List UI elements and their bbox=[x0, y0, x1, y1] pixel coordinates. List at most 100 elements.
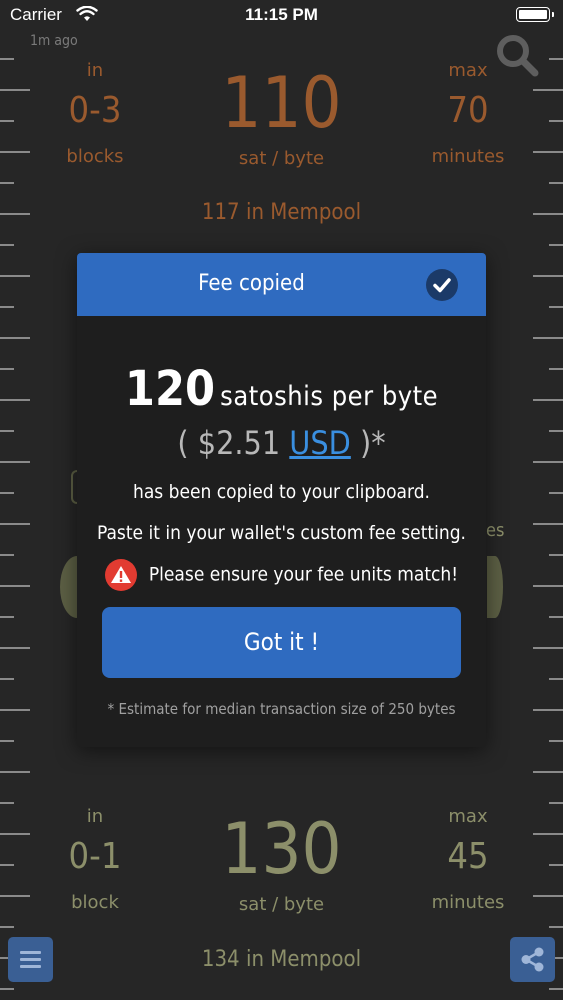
usd-suffix: )* bbox=[359, 424, 386, 462]
ruler-tick bbox=[0, 306, 14, 308]
ruler-tick bbox=[549, 120, 563, 122]
ruler-tick bbox=[549, 306, 563, 308]
ruler-tick bbox=[0, 833, 30, 835]
ruler-tick bbox=[533, 89, 563, 91]
share-button[interactable] bbox=[510, 937, 555, 982]
clock: 11:15 PM bbox=[245, 5, 318, 24]
fee-value: 120 bbox=[124, 361, 216, 417]
ruler-tick bbox=[0, 616, 14, 618]
ruler-tick bbox=[0, 337, 30, 339]
ruler-tick bbox=[0, 523, 30, 525]
ruler-tick bbox=[533, 709, 563, 711]
ruler-tick bbox=[549, 740, 563, 742]
tier-bottom-fee-value: 130 bbox=[221, 808, 342, 890]
ruler-tick bbox=[533, 523, 563, 525]
ruler-tick bbox=[0, 926, 14, 928]
tier-top-fee-unit: sat / byte bbox=[238, 148, 325, 169]
tier-middle-right-fragment: es bbox=[486, 520, 505, 541]
usd-amount: ( $2.51 bbox=[177, 424, 281, 462]
ruler-tick bbox=[0, 678, 14, 680]
ruler-tick bbox=[0, 709, 30, 711]
ruler-tick bbox=[549, 58, 563, 60]
tier-top-in-label: in bbox=[86, 60, 104, 81]
tier-top-max-label: max bbox=[448, 60, 488, 81]
ruler-tick bbox=[0, 368, 14, 370]
ruler-tick bbox=[0, 120, 14, 122]
tier-top-minutes-value: 70 bbox=[447, 90, 489, 131]
right-ruler bbox=[533, 0, 563, 1000]
dialog-title: Fee copied bbox=[198, 271, 305, 296]
tier-bottom-blocks-unit: block bbox=[71, 892, 119, 913]
fee-copied-dialog: Fee copied 120 satoshis per byte ( $2.51… bbox=[77, 253, 486, 747]
fee-line: 120 satoshis per byte bbox=[77, 361, 486, 417]
menu-icon bbox=[20, 951, 41, 968]
warning-text: Please ensure your fee units match! bbox=[148, 563, 459, 586]
ruler-tick bbox=[0, 461, 30, 463]
ruler-tick bbox=[549, 430, 563, 432]
warning-row: Please ensure your fee units match! bbox=[77, 559, 486, 591]
warning-icon bbox=[104, 559, 137, 591]
ruler-tick bbox=[549, 988, 563, 990]
ruler-tick bbox=[0, 182, 14, 184]
ruler-tick bbox=[0, 864, 14, 866]
ruler-tick bbox=[549, 244, 563, 246]
ruler-tick bbox=[0, 554, 14, 556]
ruler-tick bbox=[0, 151, 30, 153]
ruler-tick bbox=[533, 585, 563, 587]
got-it-button[interactable]: Got it ! bbox=[102, 607, 461, 678]
ruler-tick bbox=[0, 58, 14, 60]
tier-top-minutes-unit: minutes bbox=[431, 146, 505, 167]
ruler-tick bbox=[549, 864, 563, 866]
tier-middle-right-button[interactable] bbox=[487, 556, 503, 618]
ruler-tick bbox=[0, 771, 30, 773]
tier-bottom-mempool: 134 in Mempool bbox=[0, 947, 563, 972]
tier-top-blocks-value: 0-3 bbox=[68, 90, 122, 131]
tier-bottom-minutes-value: 45 bbox=[447, 836, 489, 877]
ruler-tick bbox=[0, 275, 30, 277]
estimate-footnote: * Estimate for median transaction size o… bbox=[107, 700, 456, 718]
tier-top-mempool-label: in Mempool bbox=[245, 200, 362, 225]
ruler-tick bbox=[549, 678, 563, 680]
paste-instruction: Paste it in your wallet's custom fee set… bbox=[97, 522, 466, 544]
ruler-tick bbox=[0, 585, 30, 587]
ruler-tick bbox=[0, 492, 14, 494]
tier-top-mempool-count: 117 bbox=[201, 200, 240, 225]
dialog-header: Fee copied bbox=[77, 253, 486, 316]
tier-bottom-in-label: in bbox=[86, 806, 104, 827]
fee-unit: satoshis per byte bbox=[220, 381, 439, 412]
tier-bottom-mempool-count: 134 bbox=[201, 947, 240, 972]
ruler-tick bbox=[549, 368, 563, 370]
ruler-tick bbox=[533, 833, 563, 835]
ruler-tick bbox=[0, 740, 14, 742]
tier-top-blocks-unit: blocks bbox=[66, 146, 124, 167]
ruler-tick bbox=[533, 461, 563, 463]
ruler-tick bbox=[533, 151, 563, 153]
ruler-tick bbox=[549, 554, 563, 556]
ruler-tick bbox=[0, 430, 14, 432]
check-icon bbox=[426, 269, 458, 301]
tier-bottom-mempool-label: in Mempool bbox=[245, 947, 362, 972]
currency-link[interactable]: USD bbox=[289, 424, 351, 462]
ruler-tick bbox=[0, 988, 14, 990]
ruler-tick bbox=[0, 895, 30, 897]
left-ruler bbox=[0, 0, 30, 1000]
ruler-tick bbox=[549, 616, 563, 618]
ruler-tick bbox=[549, 182, 563, 184]
ruler-tick bbox=[0, 89, 30, 91]
tier-top-fee-value: 110 bbox=[221, 62, 342, 144]
tier-top-mempool: 117 in Mempool bbox=[0, 200, 563, 225]
copied-message: has been copied to your clipboard. bbox=[132, 481, 430, 503]
ruler-tick bbox=[549, 802, 563, 804]
ruler-tick bbox=[0, 647, 30, 649]
status-bar: Carrier 11:15 PM bbox=[0, 0, 563, 30]
ruler-tick bbox=[0, 399, 30, 401]
tier-bottom-blocks-value: 0-1 bbox=[68, 836, 122, 877]
menu-button[interactable] bbox=[8, 937, 53, 982]
ruler-tick bbox=[0, 244, 14, 246]
tier-bottom-fee-unit: sat / byte bbox=[238, 894, 325, 915]
ruler-tick bbox=[533, 399, 563, 401]
tier-bottom-max-label: max bbox=[448, 806, 488, 827]
last-updated-label: 1m ago bbox=[30, 33, 78, 49]
tier-bottom-minutes-unit: minutes bbox=[431, 892, 505, 913]
usd-line: ( $2.51 USD )* bbox=[77, 424, 486, 462]
